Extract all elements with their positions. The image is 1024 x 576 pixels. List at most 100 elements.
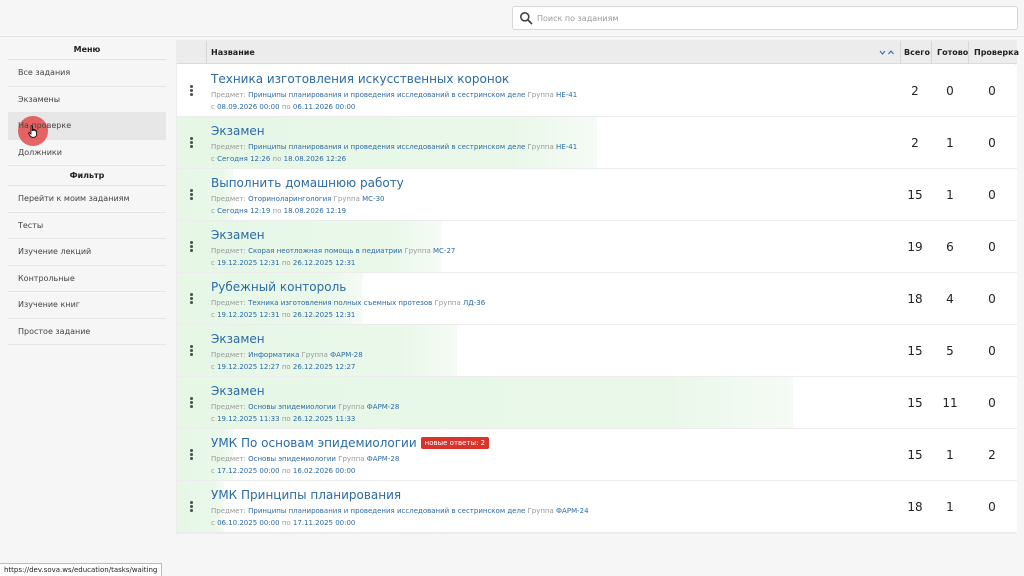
- subject-link[interactable]: Оториноларингология: [248, 195, 331, 203]
- task-subject-line: Предмет: Принципы планирования и проведе…: [211, 507, 589, 515]
- table-row[interactable]: Экзамен Предмет: Информатика Группа ФАРМ-…: [177, 325, 1017, 377]
- column-header-name[interactable]: Название: [211, 41, 255, 64]
- row-menu-icon[interactable]: [190, 397, 193, 408]
- subject-label: Предмет:: [211, 143, 246, 151]
- task-title[interactable]: Рубежный контороль: [211, 280, 346, 294]
- task-dates-line: с 08.09.2026 00:00 по 06.11.2026 00:00: [211, 103, 355, 111]
- end-date: 26.12.2025 11:33: [292, 415, 356, 423]
- table-row[interactable]: Техника изготовления искусственных корон…: [177, 65, 1017, 117]
- group-label: Группа: [338, 455, 365, 463]
- sidebar-item-all-tasks[interactable]: Все задания: [8, 60, 166, 87]
- group-link[interactable]: НЕ-41: [556, 143, 577, 151]
- search-input[interactable]: [537, 9, 1007, 27]
- task-title-text[interactable]: Экзамен: [211, 228, 265, 242]
- to-label: по: [281, 103, 291, 111]
- check-count: 0: [988, 292, 996, 306]
- group-link[interactable]: НЕ-41: [556, 91, 577, 99]
- sidebar-item-label: Все задания: [18, 68, 71, 77]
- group-link[interactable]: ФАРМ-28: [367, 403, 400, 411]
- filter-my-tasks[interactable]: Перейти к моим заданиям: [8, 186, 166, 213]
- group-link[interactable]: ФАРМ-28: [330, 351, 363, 359]
- task-title-text[interactable]: УМК По основам эпидемиологии: [211, 436, 417, 450]
- row-menu-icon[interactable]: [190, 241, 193, 252]
- sidebar-item-exams[interactable]: Экзамены: [8, 87, 166, 113]
- column-header-check[interactable]: Проверка: [974, 41, 1019, 64]
- from-label: с: [211, 415, 215, 423]
- task-title[interactable]: Экзамен: [211, 332, 265, 346]
- top-bar: [0, 0, 1024, 37]
- group-link[interactable]: ФАРМ-24: [556, 507, 589, 515]
- check-count: 0: [988, 396, 996, 410]
- group-link[interactable]: ЛД-36: [463, 299, 485, 307]
- group-link[interactable]: МС-27: [433, 247, 455, 255]
- task-title-text[interactable]: Экзамен: [211, 384, 265, 398]
- task-dates-line: с 19.12.2025 12:31 по 26.12.2025 12:31: [211, 311, 355, 319]
- subject-label: Предмет:: [211, 507, 246, 515]
- task-title-text[interactable]: Выполнить домашнюю работу: [211, 176, 404, 190]
- task-subject-line: Предмет: Информатика Группа ФАРМ-28: [211, 351, 363, 359]
- task-title[interactable]: Экзамен: [211, 228, 265, 242]
- subject-link[interactable]: Принципы планирования и проведения иссле…: [248, 507, 525, 515]
- task-title-text[interactable]: УМК Принципы планирования: [211, 488, 401, 502]
- to-label: по: [281, 363, 291, 371]
- table-row[interactable]: Экзамен Предмет: Принципы планирования и …: [177, 117, 1017, 169]
- task-title-text[interactable]: Экзамен: [211, 332, 265, 346]
- subject-link[interactable]: Техника изготовления полных съемных прот…: [248, 299, 432, 307]
- table-row[interactable]: УМК По основам эпидемиологии новые ответы…: [177, 429, 1017, 481]
- search-box[interactable]: [512, 6, 1018, 30]
- subject-link[interactable]: Принципы планирования и проведения иссле…: [248, 91, 525, 99]
- subject-link[interactable]: Скорая неотложная помощь в педиатрии: [248, 247, 402, 255]
- sort-icon[interactable]: [879, 49, 895, 56]
- row-menu-icon[interactable]: [190, 345, 193, 356]
- filter-label: Изучение лекций: [18, 247, 92, 256]
- filter-lectures[interactable]: Изучение лекций: [8, 239, 166, 266]
- column-header-done[interactable]: Готово: [937, 41, 968, 64]
- row-menu-icon[interactable]: [190, 501, 193, 512]
- done-count: 11: [942, 396, 958, 410]
- table-row[interactable]: Рубежный контороль Предмет: Техника изгот…: [177, 273, 1017, 325]
- subject-link[interactable]: Основы эпидемиологии: [248, 455, 336, 463]
- filter-books[interactable]: Изучение книг: [8, 292, 166, 319]
- task-title[interactable]: Техника изготовления искусственных корон…: [211, 72, 509, 86]
- filter-simple-task[interactable]: Простое задание: [8, 319, 166, 345]
- to-label: по: [272, 207, 282, 215]
- row-menu-icon[interactable]: [190, 293, 193, 304]
- task-title[interactable]: Выполнить домашнюю работу: [211, 176, 404, 190]
- task-title[interactable]: Экзамен: [211, 124, 265, 138]
- check-count: 2: [988, 448, 996, 462]
- group-link[interactable]: ФАРМ-28: [367, 455, 400, 463]
- task-title[interactable]: УМК По основам эпидемиологии новые ответы…: [211, 436, 490, 450]
- sidebar-item-debtors[interactable]: Должники: [8, 140, 166, 166]
- group-link[interactable]: МС-30: [362, 195, 384, 203]
- row-menu-icon[interactable]: [190, 137, 193, 148]
- filter-tests-control[interactable]: Контрольные: [8, 266, 166, 292]
- task-dates-line: с Сегодня 12:19 по 18.08.2026 12:19: [211, 207, 346, 215]
- row-menu-icon[interactable]: [190, 85, 193, 96]
- filter-label: Тесты: [18, 220, 44, 230]
- task-title[interactable]: Экзамен: [211, 384, 265, 398]
- total-count: 15: [907, 188, 923, 202]
- row-menu-icon[interactable]: [190, 449, 193, 460]
- group-label: Группа: [527, 507, 554, 515]
- filter-tests[interactable]: Тесты: [8, 213, 166, 239]
- task-dates-line: с 19.12.2025 11:33 по 26.12.2025 11:33: [211, 415, 355, 423]
- task-dates-line: с 06.10.2025 00:00 по 17.11.2025 00:00: [211, 519, 355, 527]
- sidebar: Меню Все задания Экзамены На проверке До…: [8, 40, 166, 345]
- column-header-total[interactable]: Всего: [904, 41, 930, 64]
- subject-link[interactable]: Основы эпидемиологии: [248, 403, 336, 411]
- table-row[interactable]: Выполнить домашнюю работу Предмет: Оторин…: [177, 169, 1017, 221]
- task-title-text[interactable]: Рубежный контороль: [211, 280, 346, 294]
- subject-link[interactable]: Принципы планирования и проведения иссле…: [248, 143, 525, 151]
- row-menu-icon[interactable]: [190, 189, 193, 200]
- table-row[interactable]: УМК Принципы планирования Предмет: Принци…: [177, 481, 1017, 533]
- task-title[interactable]: УМК Принципы планирования: [211, 488, 401, 502]
- table-row[interactable]: Экзамен Предмет: Основы эпидемиологии Гру…: [177, 377, 1017, 429]
- filter-label: Контрольные: [18, 273, 75, 283]
- task-title-text[interactable]: Техника изготовления искусственных корон…: [211, 72, 509, 86]
- check-count: 0: [988, 240, 996, 254]
- table-row[interactable]: Экзамен Предмет: Скорая неотложная помощь…: [177, 221, 1017, 273]
- task-title-text[interactable]: Экзамен: [211, 124, 265, 138]
- end-date: 16.02.2026 00:00: [292, 467, 356, 475]
- to-label: по: [281, 311, 291, 319]
- subject-link[interactable]: Информатика: [248, 351, 299, 359]
